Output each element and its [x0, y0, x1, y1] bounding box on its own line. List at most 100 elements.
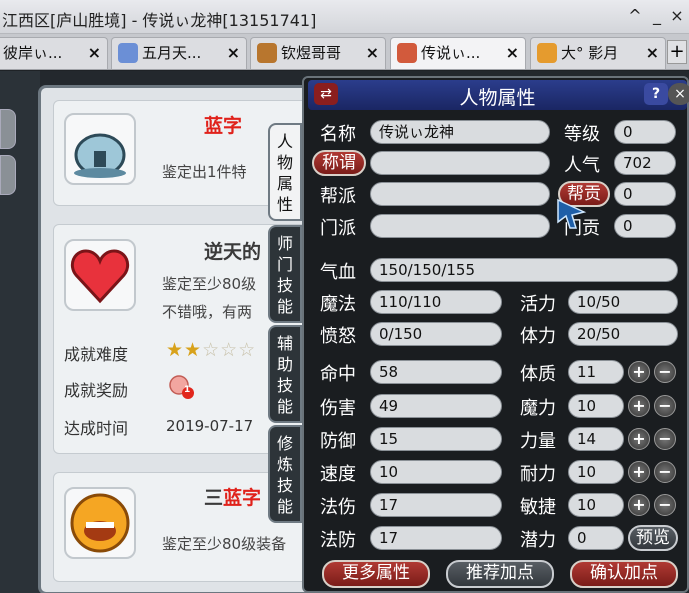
stat-label: 速度: [320, 464, 356, 485]
achievement-icon: [64, 487, 136, 559]
sect-label: 门派: [320, 218, 356, 239]
heart-icon: [70, 249, 130, 304]
reward-item[interactable]: 1: [166, 371, 196, 405]
attr-field: 10: [568, 460, 624, 484]
stamina-label: 体力: [520, 326, 556, 347]
stat-field: 15: [370, 427, 502, 451]
plus-button[interactable]: +: [628, 428, 650, 450]
tab-support-skills[interactable]: 辅助技能: [268, 325, 302, 423]
popularity-label: 人气: [564, 155, 600, 176]
close-tab-icon[interactable]: ×: [366, 38, 379, 68]
stat-label: 法伤: [320, 497, 356, 518]
stat-field: 58: [370, 360, 502, 384]
close-tab-icon[interactable]: ×: [506, 38, 519, 68]
gang-field: [370, 182, 550, 206]
contribution-field: 0: [614, 182, 676, 206]
stat-field: 17: [370, 493, 502, 517]
attr-label: 敏捷: [520, 497, 556, 518]
difficulty-stars: ★★☆☆☆: [166, 339, 256, 361]
potential-label: 潜力: [520, 530, 556, 551]
title-field: [370, 151, 550, 175]
star-icon: ★: [166, 339, 185, 361]
anger-field: 0/150: [370, 322, 502, 346]
attr-label: 耐力: [520, 464, 556, 485]
title-bar: 江西区[庐山胜境] - 传说ぃ龙神[13151741] ^ _ ×: [0, 0, 689, 34]
star-icon: ★: [184, 339, 203, 361]
difficulty-label: 成就难度: [64, 345, 129, 364]
achievement-title: 蓝字: [204, 115, 243, 137]
peach-icon: [169, 375, 194, 399]
more-attributes-button[interactable]: 更多属性: [322, 560, 430, 588]
avatar-icon: [397, 42, 417, 63]
plus-button[interactable]: +: [628, 494, 650, 516]
name-field: 传说ぃ龙神: [370, 120, 550, 144]
star-empty-icon: ☆☆☆: [202, 339, 257, 361]
title-button[interactable]: 称谓: [312, 150, 366, 176]
plus-button[interactable]: +: [628, 361, 650, 383]
new-tab-button[interactable]: +: [667, 40, 687, 64]
level-field: 0: [614, 120, 676, 144]
achievement-title: 三蓝字: [204, 487, 262, 509]
minus-button[interactable]: −: [654, 395, 676, 417]
help-button[interactable]: ?: [644, 83, 668, 105]
recommend-points-button[interactable]: 推荐加点: [446, 560, 554, 588]
side-button[interactable]: [0, 109, 16, 149]
cursor-icon: [557, 198, 587, 229]
name-label: 名称: [320, 124, 356, 145]
close-tab-icon[interactable]: ×: [646, 38, 659, 68]
panel-title: 人物属性: [459, 87, 536, 109]
minus-button[interactable]: −: [654, 361, 676, 383]
attr-label: 体质: [520, 364, 556, 385]
hp-field: 150/150/155: [370, 258, 678, 282]
tab-label: 钦煜哥哥: [281, 44, 342, 62]
stat-field: 49: [370, 394, 502, 418]
window-title: 江西区[庐山胜境] - 传说ぃ龙神[13151741]: [2, 11, 317, 30]
stat-label: 伤害: [320, 398, 356, 419]
attr-label: 力量: [520, 431, 556, 452]
tab-sect-skills[interactable]: 师门技能: [268, 225, 302, 323]
plus-button[interactable]: +: [628, 461, 650, 483]
achievement-icon: [64, 239, 136, 311]
plus-button[interactable]: +: [628, 395, 650, 417]
tab-5[interactable]: 大° 影月 ×: [530, 37, 666, 69]
tab-bar: 彼岸ぃ... × 五月天... × 钦煜哥哥 × 传说ぃ... × 大° 影月 …: [0, 34, 689, 70]
anger-label: 愤怒: [320, 326, 356, 347]
minus-button[interactable]: −: [654, 461, 676, 483]
achievement-title: 逆天的: [204, 241, 262, 263]
collapse-button[interactable]: ^: [626, 6, 644, 25]
tab-cultivation-skills[interactable]: 修炼技能: [268, 425, 302, 523]
minus-button[interactable]: −: [654, 494, 676, 516]
close-tab-icon[interactable]: ×: [88, 38, 101, 68]
tab-1[interactable]: 彼岸ぃ... ×: [0, 37, 108, 69]
tab-character-attributes[interactable]: 人物属性: [268, 123, 302, 221]
attribute-panel: ⇄ 人物属性 ? × 名称 传说ぃ龙神 等级 0 称谓 人气 702 帮派 帮贡…: [302, 76, 689, 593]
stamina-field: 20/50: [568, 322, 678, 346]
avatar-icon: [257, 42, 277, 63]
minus-button[interactable]: −: [654, 428, 676, 450]
stat-label: 防御: [320, 431, 356, 452]
confirm-points-button[interactable]: 确认加点: [570, 560, 678, 588]
mp-label: 魔法: [320, 294, 356, 315]
time-value: 2019-07-17: [166, 417, 254, 435]
attr-field: 11: [568, 360, 624, 384]
vitality-label: 活力: [520, 294, 556, 315]
mp-field: 110/110: [370, 290, 502, 314]
tab-label: 传说ぃ...: [421, 44, 481, 62]
smiley-icon: [70, 493, 130, 553]
close-panel-button[interactable]: ×: [668, 83, 689, 105]
preview-button[interactable]: 预览: [628, 525, 678, 551]
stat-label: 法防: [320, 530, 356, 551]
attr-field: 10: [568, 493, 624, 517]
tab-label: 五月天...: [142, 44, 202, 62]
stat-field: 17: [370, 526, 502, 550]
attr-field: 14: [568, 427, 624, 451]
attr-field: 10: [568, 394, 624, 418]
tab-4[interactable]: 传说ぃ... ×: [390, 37, 526, 69]
tab-3[interactable]: 钦煜哥哥 ×: [250, 37, 386, 69]
close-tab-icon[interactable]: ×: [227, 38, 240, 68]
side-button[interactable]: [0, 155, 16, 195]
stat-field: 10: [370, 460, 502, 484]
tab-2[interactable]: 五月天... ×: [111, 37, 247, 69]
close-window-button[interactable]: ×: [668, 6, 686, 25]
minimize-button[interactable]: _: [648, 6, 666, 25]
